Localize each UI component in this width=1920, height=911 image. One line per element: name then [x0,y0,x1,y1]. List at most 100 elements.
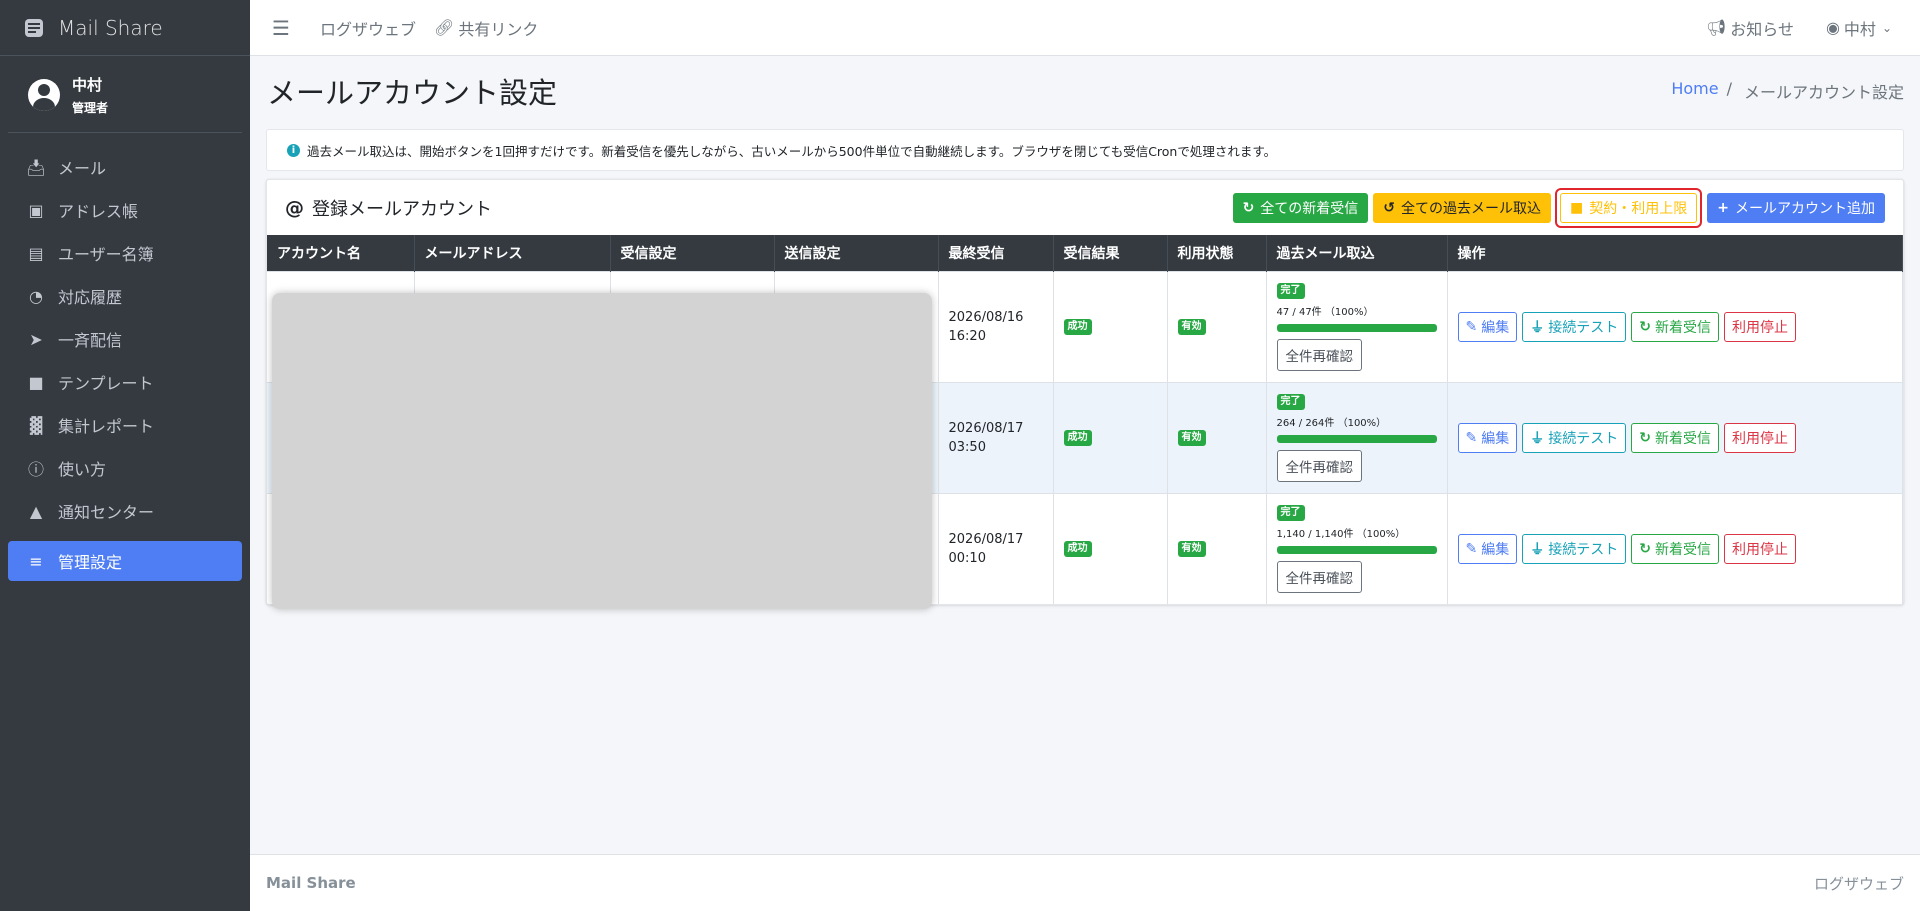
last-received-time: 00:10 [948,550,986,566]
history-icon: ↺ [1383,199,1396,216]
disable-button[interactable]: 利用停止 [1723,311,1796,342]
sidebar-item-admin-settings[interactable]: ≡ 管理設定 [8,541,242,581]
user-circle-icon: ◉ [1825,18,1840,37]
footer: Mail Share ログザウェブ [250,854,1920,911]
cell-last-received: 2026/08/16 16:20 [938,270,1054,382]
status-badge: 有効 [1177,541,1206,558]
fetch-new-button[interactable]: ↻ 新着受信 [1631,533,1719,564]
disable-button[interactable]: 利用停止 [1723,533,1796,564]
id-badge-icon: ▤ [28,243,44,263]
sidebar-item-help[interactable]: ⓘ 使い方 [8,448,242,488]
sync-icon: ↻ [1639,540,1651,557]
cell-receive-result: 成功 [1053,492,1168,604]
at-sign-icon: @ [285,196,304,219]
sidebar-item-label: ユーザー名簿 [58,245,154,264]
chart-icon: ▓ [29,415,43,435]
sidebar-item-label: 管理設定 [58,553,123,572]
menu-toggle-icon[interactable]: ☰ [272,16,302,40]
import-progress-bar [1276,324,1437,332]
user-role: 管理者 [72,101,109,115]
col-status: 利用状態 [1167,235,1267,271]
card-header: @ 登録メールアカウント ↻ 全ての新着受信 ↺ 全ての過去メール取込 ■ 契約・利用… [267,180,1903,235]
address-book-icon: ▣ [28,200,44,220]
fetch-new-button[interactable]: ↻ 新着受信 [1631,311,1719,342]
edit-icon: ✎ [1465,318,1478,335]
connection-test-button[interactable]: ⏚ 接続テスト [1522,311,1627,342]
cell-actions: ✎ 編集 ⏚ 接続テスト ↻ 新着受信 利用停止 [1447,270,1903,382]
button-label: 全ての過去メール取込 [1401,200,1542,217]
import-status-badge: 完了 [1276,283,1305,299]
progress-fill [1276,324,1437,332]
recheck-all-button[interactable]: 全件再確認 [1276,450,1362,482]
connection-test-button[interactable]: ⏚ 接続テスト [1522,533,1627,564]
edit-button[interactable]: ✎ 編集 [1457,533,1518,564]
button-label: 契約・利用上限 [1589,200,1688,217]
breadcrumb-home-link[interactable]: Home [1671,79,1718,103]
add-mail-account-button[interactable]: + メールアカウント追加 [1707,192,1885,223]
result-badge: 成功 [1063,541,1092,558]
document-icon: ■ [1570,199,1584,216]
fetch-all-new-button[interactable]: ↻ 全ての新着受信 [1232,192,1369,223]
breadcrumb-separator: / [1726,79,1732,98]
sidebar-item-history[interactable]: ◔ 対応履歴 [8,276,242,316]
cell-last-received: 2026/08/17 00:10 [938,492,1054,604]
last-received-date: 2026/08/16 [948,309,1024,325]
disable-button[interactable]: 利用停止 [1723,422,1796,453]
edit-button[interactable]: ✎ 編集 [1457,311,1518,342]
sidebar-item-address-book[interactable]: ▣ アドレス帳 [8,190,242,230]
connection-test-button[interactable]: ⏚ 接続テスト [1522,422,1627,453]
user-panel[interactable]: 中村 管理者 [8,56,242,133]
nav-link-shared-links[interactable]: 🔗︎ 共有リンク [434,16,538,40]
progress-fill [1276,546,1437,555]
user-menu[interactable]: ◉ 中村 ⌄ [1826,16,1896,40]
sidebar-item-user-directory[interactable]: ▤ ユーザー名簿 [8,233,242,273]
plug-icon: ⏚ [1530,541,1545,558]
last-received-time: 03:50 [948,439,986,455]
cell-status: 有効 [1167,270,1267,382]
col-receive-result: 受信結果 [1053,235,1168,271]
info-callout: i 過去メール取込は、開始ボタンを1回押すだけです。新着受信を優先しながら、古い… [266,129,1904,171]
edit-button[interactable]: ✎ 編集 [1457,422,1518,453]
button-label: 編集 [1481,541,1510,558]
sliders-icon: ≡ [29,551,43,571]
card-title-text: 登録メールアカウント [312,198,492,220]
redaction-overlay [272,293,932,609]
breadcrumb-current: メールアカウント設定 [1743,83,1904,102]
footer-brand: Mail Share [266,874,356,892]
user-avatar-icon [28,79,60,111]
notifications-link[interactable]: 📢︎ お知らせ [1706,16,1794,40]
user-menu-label: 中村 [1843,19,1876,39]
fetch-new-button[interactable]: ↻ 新着受信 [1631,422,1719,453]
button-label: メールアカウント追加 [1735,200,1875,217]
import-all-past-button[interactable]: ↺ 全ての過去メール取込 [1373,192,1552,223]
sidebar-item-templates[interactable]: ■ テンプレート [8,362,242,402]
sync-icon: ↻ [1242,199,1255,216]
import-progress-bar [1276,435,1437,443]
cell-actions: ✎ 編集 ⏚ 接続テスト ↻ 新着受信 利用停止 [1447,492,1903,604]
headset-icon: ◔ [29,286,43,306]
nav-link-logzaweb[interactable]: ログザウェブ [320,16,416,40]
sidebar-item-notifications[interactable]: ▲ 通知センター [8,491,242,531]
cell-past-import: 完了 264 / 264件 （100%） 全件再確認 [1266,381,1448,493]
status-badge: 有効 [1177,430,1206,446]
col-email-address: メールアドレス [414,235,611,271]
megaphone-icon: 📢︎ [1705,18,1727,37]
col-past-import: 過去メール取込 [1266,235,1448,271]
nav-link-label: 共有リンク [458,19,539,39]
sidebar-item-mail[interactable]: 📥︎ メール [8,147,242,187]
user-name: 中村 [72,76,103,94]
contract-limits-button[interactable]: ■ 契約・利用上限 [1560,192,1698,223]
col-send-settings: 送信設定 [774,235,939,271]
sidebar-item-label: メール [58,159,107,178]
brand-link[interactable]: Mail Share [0,0,250,56]
last-received-time: 16:20 [948,328,986,344]
cell-status: 有効 [1167,381,1267,493]
recheck-all-button[interactable]: 全件再確認 [1276,339,1362,371]
sidebar-item-reports[interactable]: ▓ 集計レポート [8,405,242,445]
chevron-down-icon: ⌄ [1881,20,1892,35]
button-label: 利用停止 [1731,541,1788,558]
brand-text: Mail Share [58,15,163,40]
button-label: 全ての新着受信 [1260,200,1359,217]
sidebar-item-broadcast[interactable]: ➤ 一斉配信 [8,319,242,359]
recheck-all-button[interactable]: 全件再確認 [1276,561,1362,594]
